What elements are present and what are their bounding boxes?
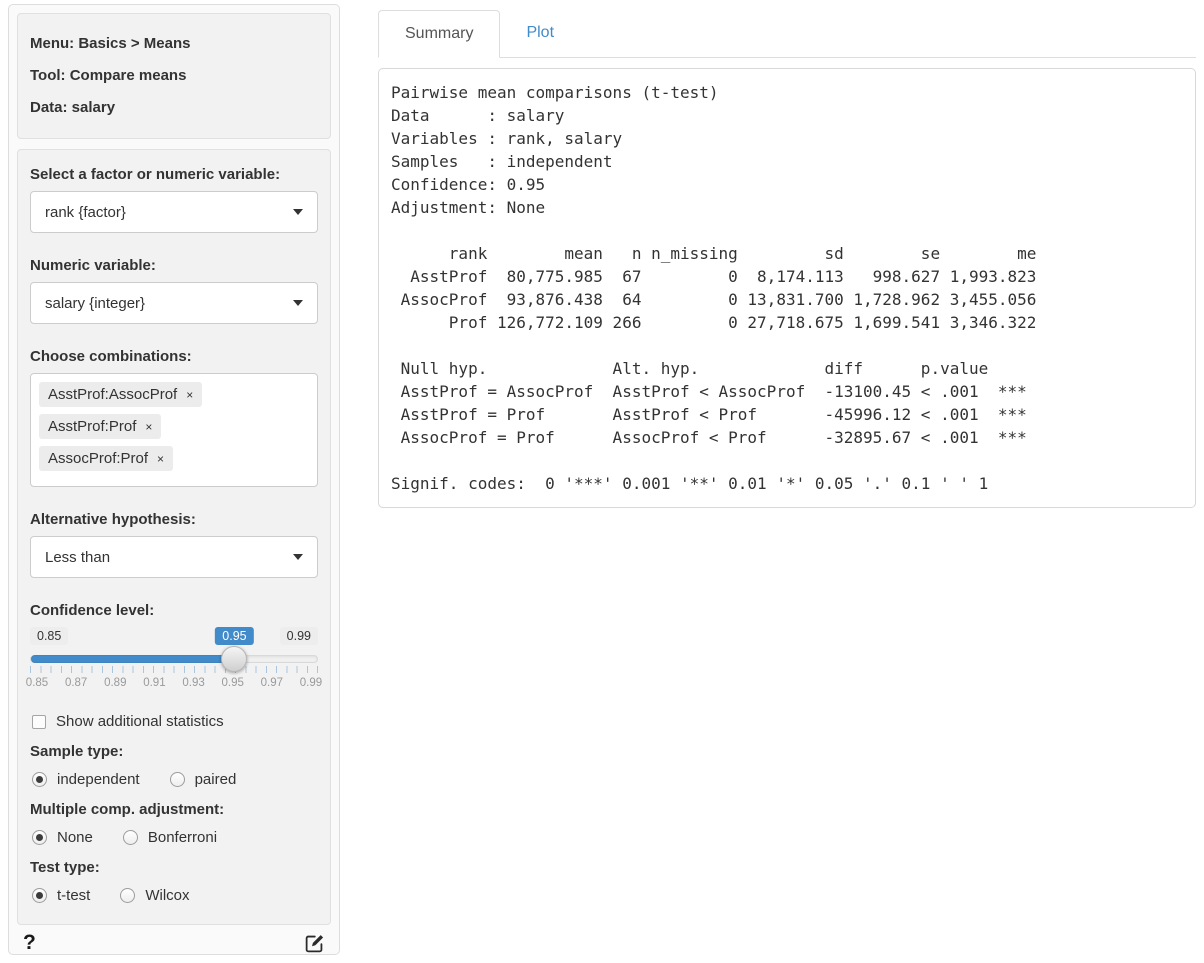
factor-variable-select[interactable]: rank {factor} bbox=[30, 191, 318, 233]
tool-header: Menu: Basics > Means Tool: Compare means… bbox=[17, 13, 331, 139]
tab-bar: Summary Plot bbox=[378, 10, 1196, 58]
tick-label: 0.97 bbox=[255, 677, 289, 689]
chevron-down-icon bbox=[293, 300, 303, 306]
confidence-slider[interactable]: 0.85 0.95 0.99 0.85 0.87 0.89 0.91 0.93 … bbox=[30, 627, 318, 693]
combination-tag[interactable]: AsstProf:Prof × bbox=[39, 414, 161, 439]
main-content: Summary Plot Pairwise mean comparisons (… bbox=[378, 10, 1196, 508]
sample-paired-radio[interactable] bbox=[170, 772, 185, 787]
adjust-bonferroni-radio[interactable] bbox=[123, 830, 138, 845]
remove-tag-icon[interactable]: × bbox=[145, 420, 152, 434]
dataset-name: Data: salary bbox=[30, 92, 318, 124]
tick-label: 0.85 bbox=[20, 677, 54, 689]
slider-track[interactable] bbox=[30, 655, 318, 663]
slider-tick-labels: 0.85 0.87 0.89 0.91 0.93 0.95 0.97 0.99 bbox=[20, 677, 328, 689]
show-stats-label: Show additional statistics bbox=[56, 713, 224, 730]
tick-label: 0.95 bbox=[216, 677, 250, 689]
combination-tag-label: AsstProf:Prof bbox=[48, 418, 136, 435]
slider-ticks bbox=[30, 666, 318, 673]
confidence-label: Confidence level: bbox=[30, 602, 318, 619]
slider-handle[interactable] bbox=[221, 646, 247, 672]
adjustment-label: Multiple comp. adjustment: bbox=[30, 801, 318, 818]
tab-plot[interactable]: Plot bbox=[500, 10, 580, 57]
slider-fill bbox=[31, 655, 234, 663]
combination-tag-label: AssocProf:Prof bbox=[48, 450, 148, 467]
sample-type-label: Sample type: bbox=[30, 743, 318, 760]
sample-paired-label: paired bbox=[195, 771, 237, 788]
slider-value-label: 0.95 bbox=[215, 627, 253, 645]
controls-panel: Select a factor or numeric variable: ran… bbox=[17, 149, 331, 925]
numeric-variable-select[interactable]: salary {integer} bbox=[30, 282, 318, 324]
sidebar: Menu: Basics > Means Tool: Compare means… bbox=[8, 4, 340, 955]
factor-variable-value: rank {factor} bbox=[45, 204, 126, 221]
tool-title: Tool: Compare means bbox=[30, 60, 318, 92]
summary-output-panel: Pairwise mean comparisons (t-test) Data … bbox=[378, 68, 1196, 508]
test-ttest-label: t-test bbox=[57, 887, 90, 904]
slider-min-label: 0.85 bbox=[30, 627, 68, 645]
adjust-none-radio[interactable] bbox=[32, 830, 47, 845]
sample-independent-label: independent bbox=[57, 771, 140, 788]
combinations-input[interactable]: AsstProf:AssocProf × AsstProf:Prof × Assoc… bbox=[30, 373, 318, 487]
numeric-variable-label: Numeric variable: bbox=[30, 257, 318, 274]
show-stats-checkbox[interactable] bbox=[32, 715, 46, 729]
factor-variable-label: Select a factor or numeric variable: bbox=[30, 166, 318, 183]
test-ttest-radio[interactable] bbox=[32, 888, 47, 903]
adjust-none-label: None bbox=[57, 829, 93, 846]
sample-independent-radio[interactable] bbox=[32, 772, 47, 787]
help-icon[interactable]: ? bbox=[23, 931, 36, 955]
combination-tag-label: AsstProf:AssocProf bbox=[48, 386, 177, 403]
combination-tag[interactable]: AssocProf:Prof × bbox=[39, 446, 173, 471]
slider-max-label: 0.99 bbox=[280, 627, 318, 645]
chevron-down-icon bbox=[293, 554, 303, 560]
test-wilcox-radio[interactable] bbox=[120, 888, 135, 903]
alt-hypothesis-value: Less than bbox=[45, 549, 110, 566]
test-wilcox-label: Wilcox bbox=[145, 887, 189, 904]
combinations-label: Choose combinations: bbox=[30, 348, 318, 365]
remove-tag-icon[interactable]: × bbox=[157, 452, 164, 466]
tick-label: 0.99 bbox=[294, 677, 328, 689]
tick-label: 0.91 bbox=[137, 677, 171, 689]
test-type-label: Test type: bbox=[30, 859, 318, 876]
report-edit-icon[interactable] bbox=[304, 933, 325, 954]
tick-label: 0.93 bbox=[177, 677, 211, 689]
remove-tag-icon[interactable]: × bbox=[186, 388, 193, 402]
tick-label: 0.89 bbox=[98, 677, 132, 689]
summary-output-text: Pairwise mean comparisons (t-test) Data … bbox=[391, 81, 1183, 495]
alt-hypothesis-label: Alternative hypothesis: bbox=[30, 511, 318, 528]
combination-tag[interactable]: AsstProf:AssocProf × bbox=[39, 382, 202, 407]
chevron-down-icon bbox=[293, 209, 303, 215]
adjust-bonferroni-label: Bonferroni bbox=[148, 829, 217, 846]
alt-hypothesis-select[interactable]: Less than bbox=[30, 536, 318, 578]
tab-summary[interactable]: Summary bbox=[378, 10, 500, 58]
tick-label: 0.87 bbox=[59, 677, 93, 689]
numeric-variable-value: salary {integer} bbox=[45, 295, 145, 312]
menu-breadcrumb: Menu: Basics > Means bbox=[30, 28, 318, 60]
